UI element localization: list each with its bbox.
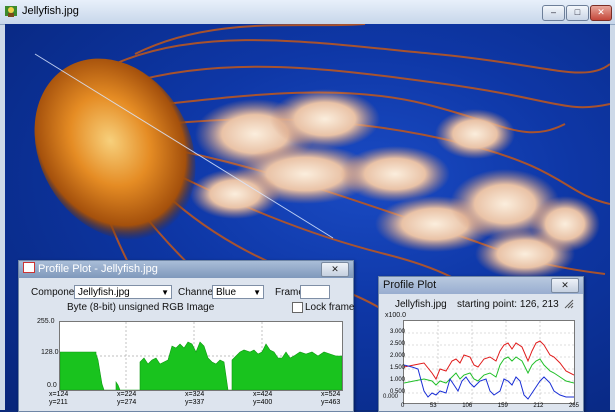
profile-plot-2-title: Profile Plot [383, 279, 437, 291]
profile-plot-panel: Profile Plot - Jellyfish.jpg ✕ Component… [18, 260, 354, 412]
window-titlebar: Jellyfish.jpg – □ ✕ [0, 0, 615, 25]
x-tick-label: x=224 y=274 [117, 391, 137, 406]
image-info: Byte (8-bit) unsigned RGB Image [67, 302, 215, 313]
chevron-down-icon: ▼ [253, 288, 261, 297]
window-title: Jellyfish.jpg [22, 5, 79, 17]
profile-plot-2-area[interactable] [403, 320, 575, 404]
x-tick-label: x=524 y=463 [321, 391, 341, 406]
starting-point: starting point: 126, 213 [457, 299, 559, 310]
profile-plot-title: Profile Plot - Jellyfish.jpg [38, 263, 158, 275]
y-tick-label: 0.0 [47, 382, 57, 389]
resize-grip-icon[interactable] [564, 299, 574, 309]
x-tick-label: x=324 y=337 [185, 391, 205, 406]
x-tick-label: x=124 y=211 [49, 391, 69, 406]
profile-filename: Jellyfish.jpg [395, 299, 447, 310]
panel-close-button[interactable]: ✕ [551, 278, 579, 293]
profile-plot-graph [60, 322, 342, 390]
x-axis-ticks: 0 53 106 159 212 265 [401, 403, 579, 409]
y-unit-label: x100.0 [385, 312, 407, 319]
main-window: Jellyfish.jpg – □ ✕ Profile Plot - Jelly… [0, 0, 615, 412]
profile-plot-panel-2: Profile Plot ✕ Jellyfish.jpg starting po… [378, 276, 584, 412]
minimize-button[interactable]: – [542, 5, 565, 21]
lock-frame-checkbox[interactable] [292, 302, 303, 313]
y-tick-label: 255.0 [37, 318, 55, 325]
x-tick-label: x=424 y=400 [253, 391, 273, 406]
profile-plot-area[interactable] [59, 321, 343, 391]
app-icon [5, 6, 17, 17]
profile-plot-titlebar[interactable]: Profile Plot - Jellyfish.jpg ✕ [19, 261, 353, 278]
chevron-down-icon: ▼ [161, 288, 169, 297]
channel-select[interactable]: Blue ▼ [212, 285, 264, 299]
chart-icon [23, 262, 35, 273]
maximize-button[interactable]: □ [566, 5, 589, 21]
y-axis-ticks: 3.000 2.500 2.000 1.500 1.000 0.500 [389, 329, 405, 395]
frame-input[interactable] [300, 285, 330, 299]
channel-label: Channel [178, 287, 216, 298]
panel-close-button[interactable]: ✕ [321, 262, 349, 277]
y-tick-label: 128.0 [41, 349, 59, 356]
lock-frame-label: Lock frame [305, 302, 355, 313]
y-tick-label: 0.000 [383, 394, 399, 400]
profile-plot-2-graph [404, 321, 574, 403]
close-button[interactable]: ✕ [590, 5, 612, 21]
profile-plot-2-titlebar[interactable]: Profile Plot ✕ [379, 277, 583, 294]
component-select[interactable]: Jellyfish.jpg ▼ [74, 285, 172, 299]
